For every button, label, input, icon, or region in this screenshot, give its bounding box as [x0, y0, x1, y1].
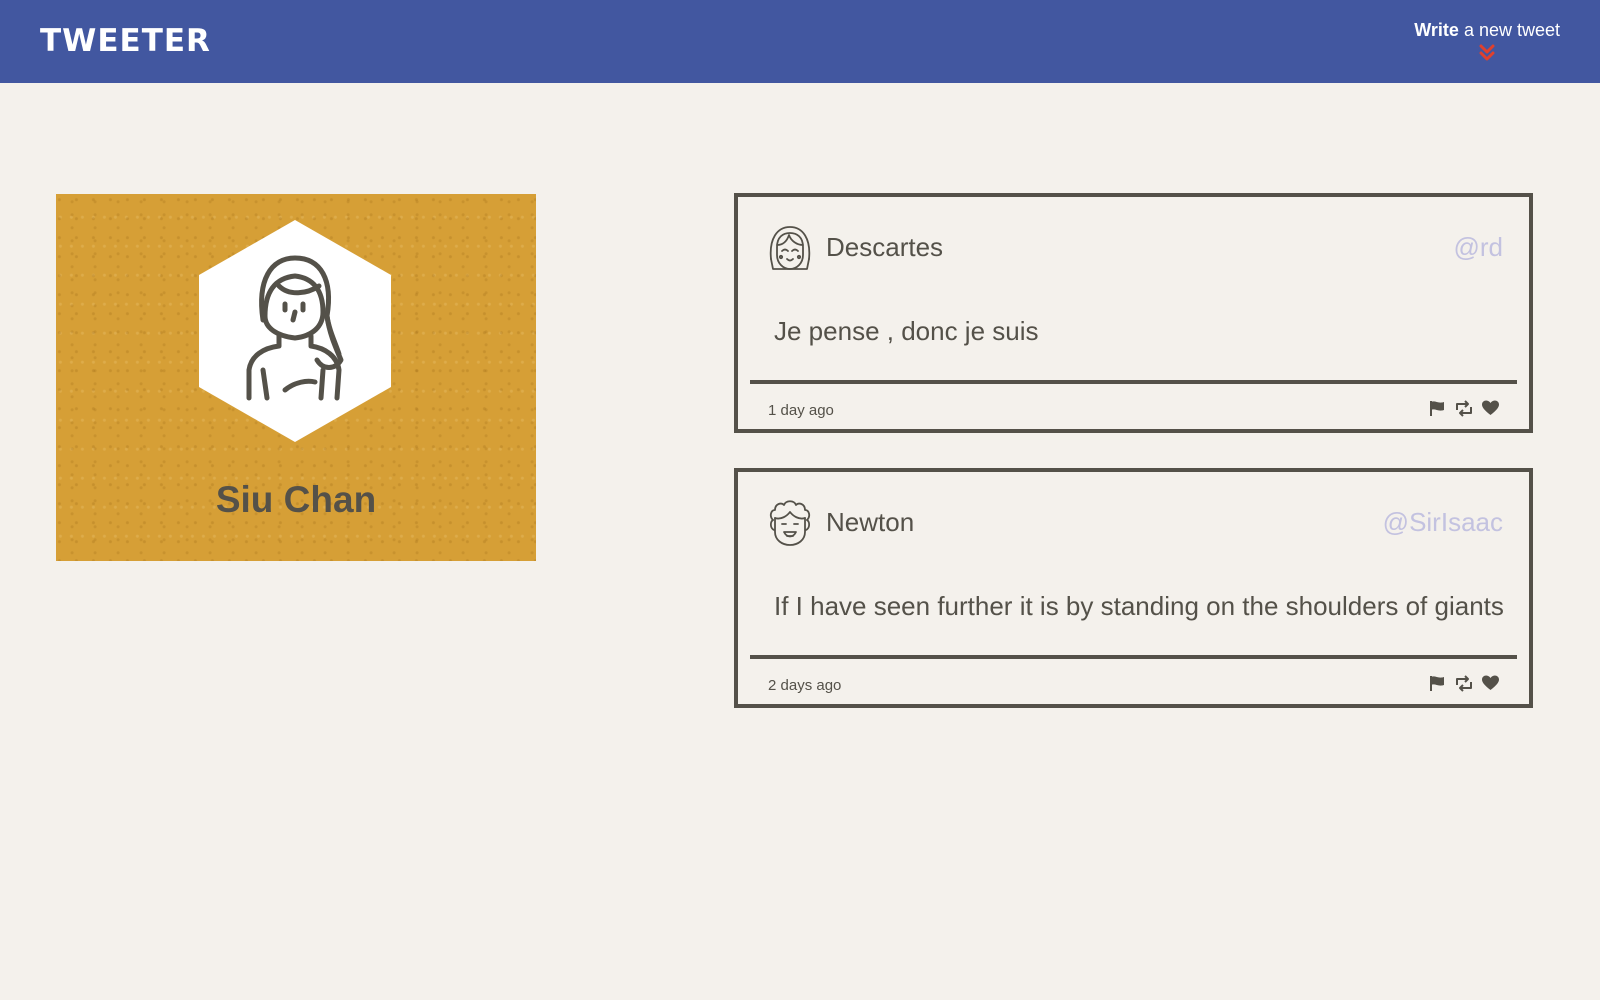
curly-hair-avatar-icon	[769, 500, 811, 546]
double-chevron-down-icon	[1479, 44, 1495, 61]
compose-label-strong: Write	[1414, 20, 1459, 40]
tweet-actions	[1429, 675, 1499, 692]
heart-icon[interactable]	[1482, 675, 1499, 692]
tweet-divider	[750, 380, 1517, 384]
profile-name: Siu Chan	[215, 479, 377, 520]
tweet-author-name[interactable]: Newton	[826, 506, 914, 538]
tweet-author-handle[interactable]: @rd	[1453, 231, 1503, 263]
tweet-timestamp: 1 day ago	[768, 402, 834, 419]
flag-icon[interactable]	[1429, 675, 1446, 692]
tweet-text: Je pense , donc je suis	[774, 316, 1039, 346]
profile-card: Siu Chan	[56, 194, 536, 561]
compose-tweet-button[interactable]: Write a new tweet	[1414, 18, 1560, 62]
tweet-actions	[1429, 400, 1499, 417]
heart-icon[interactable]	[1482, 400, 1499, 417]
tweet-author-name[interactable]: Descartes	[826, 231, 943, 263]
retweet-icon[interactable]	[1454, 675, 1474, 692]
girl-avatar-icon	[769, 226, 811, 270]
tweet-timestamp: 2 days ago	[768, 677, 842, 694]
navbar: TWEETER Write a new tweet	[0, 0, 1600, 83]
tweet-divider	[750, 655, 1517, 659]
profile-avatar	[199, 220, 391, 442]
tweet-card: Descartes @rd Je pense , donc je suis 1 …	[734, 193, 1533, 433]
tweet-author-handle[interactable]: @SirIsaac	[1383, 506, 1503, 538]
compose-label-rest: a new tweet	[1458, 20, 1560, 40]
tweet-card: Newton @SirIsaac If I have seen further …	[734, 468, 1533, 708]
compose-label: Write a new tweet	[1414, 18, 1560, 42]
retweet-icon[interactable]	[1454, 400, 1474, 417]
tweet-text: If I have seen further it is by standing…	[774, 591, 1504, 621]
brand-logo[interactable]: TWEETER	[40, 22, 211, 60]
flag-icon[interactable]	[1429, 400, 1446, 417]
